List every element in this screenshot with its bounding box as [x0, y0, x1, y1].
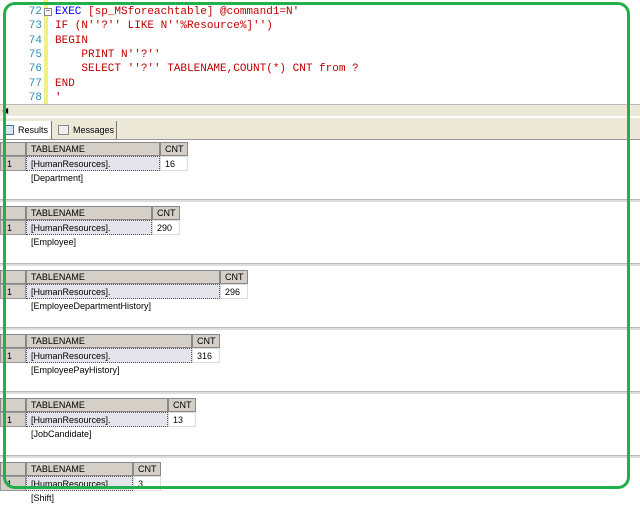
- code-text: SELECT ''?'' TABLENAME,COUNT(*) CNT from…: [55, 63, 359, 76]
- corner-header[interactable]: [0, 334, 26, 348]
- grid-splitter[interactable]: [0, 455, 640, 458]
- column-header-tablename[interactable]: TABLENAME: [26, 142, 160, 156]
- corner-header[interactable]: [0, 206, 26, 220]
- column-header-tablename[interactable]: TABLENAME: [26, 270, 220, 284]
- code-line[interactable]: 75 PRINT N''?'': [0, 48, 640, 62]
- row-number[interactable]: 1: [0, 348, 26, 363]
- code-line[interactable]: 78 ': [0, 91, 640, 105]
- column-header-tablename[interactable]: TABLENAME: [26, 334, 192, 348]
- line-number: 72: [28, 6, 42, 18]
- line-number: 73: [28, 20, 42, 33]
- column-header-cnt[interactable]: CNT: [160, 142, 188, 156]
- collapse-icon[interactable]: −: [44, 8, 52, 16]
- cell-tablename[interactable]: [HumanResources].[Employee]: [26, 220, 152, 247]
- result-grid[interactable]: TABLENAME CNT 1 [HumanResources].[Employ…: [0, 334, 640, 394]
- code-text: END: [55, 77, 75, 90]
- line-number: 78: [28, 91, 42, 104]
- line-number: 77: [28, 77, 42, 90]
- cell-cnt[interactable]: 290: [152, 220, 180, 235]
- cell-cnt[interactable]: 13: [168, 412, 196, 427]
- code-text: PRINT N''?'': [55, 48, 161, 61]
- grid-splitter[interactable]: [0, 391, 640, 394]
- column-header-tablename[interactable]: TABLENAME: [26, 206, 152, 220]
- code-line[interactable]: 73 IF (N''?'' LIKE N''%Resource%]''): [0, 19, 640, 33]
- grid-splitter[interactable]: [0, 327, 640, 330]
- result-grid[interactable]: TABLENAME CNT 1 [HumanResources].[JobCan…: [0, 398, 640, 458]
- cell-cnt[interactable]: 16: [160, 156, 188, 171]
- column-header-cnt[interactable]: CNT: [168, 398, 196, 412]
- cell-tablename[interactable]: [HumanResources].[EmployeePayHistory]: [26, 348, 192, 375]
- code-text: BEGIN: [55, 34, 89, 47]
- messages-icon: [58, 125, 69, 135]
- results-tab-bar: Results Messages: [0, 118, 640, 140]
- column-header-cnt[interactable]: CNT: [133, 462, 161, 476]
- line-number: 76: [28, 63, 42, 76]
- corner-header[interactable]: [0, 462, 26, 476]
- code-text: IF (N''?'' LIKE N''%Resource%]''): [55, 20, 273, 33]
- row-number[interactable]: 1: [0, 156, 26, 171]
- result-grid[interactable]: TABLENAME CNT 1 [HumanResources].[Shift]…: [0, 462, 640, 522]
- corner-header[interactable]: [0, 398, 26, 412]
- cell-cnt[interactable]: 316: [192, 348, 220, 363]
- corner-header[interactable]: [0, 270, 26, 284]
- code-line[interactable]: 74 BEGIN: [0, 34, 640, 48]
- tab-results[interactable]: Results: [0, 121, 52, 139]
- sql-keyword: EXEC: [55, 6, 82, 18]
- scroll-left-icon[interactable]: ◀: [2, 106, 10, 116]
- row-number[interactable]: 1: [0, 476, 26, 491]
- column-header-cnt[interactable]: CNT: [152, 206, 180, 220]
- grid-splitter[interactable]: [0, 263, 640, 266]
- line-number: 74: [28, 34, 42, 47]
- code-line[interactable]: 77 END: [0, 77, 640, 91]
- tab-label: Messages: [73, 125, 115, 135]
- result-grid[interactable]: TABLENAME CNT 1 [HumanResources].[Depart…: [0, 142, 640, 202]
- sql-editor[interactable]: 72 EXEC [sp_MSforeachtable] @command1=N' −…: [0, 0, 640, 104]
- row-number[interactable]: 1: [0, 284, 26, 299]
- column-header-cnt[interactable]: CNT: [220, 270, 248, 284]
- tab-label: Results: [18, 125, 49, 135]
- line-number: 75: [28, 48, 42, 61]
- results-pane: TABLENAME CNT 1 [HumanResources].[Depart…: [0, 140, 640, 507]
- corner-header[interactable]: [0, 142, 26, 156]
- grid-splitter[interactable]: [0, 199, 640, 202]
- result-grid[interactable]: TABLENAME CNT 1 [HumanResources].[Employ…: [0, 206, 640, 266]
- tab-messages[interactable]: Messages: [55, 121, 117, 139]
- cell-cnt[interactable]: 296: [220, 284, 248, 299]
- column-header-tablename[interactable]: TABLENAME: [26, 462, 133, 476]
- column-header-cnt[interactable]: CNT: [192, 334, 220, 348]
- cell-tablename[interactable]: [HumanResources].[Shift]: [26, 476, 133, 503]
- row-number[interactable]: 1: [0, 220, 26, 235]
- cell-cnt[interactable]: 3: [133, 476, 161, 491]
- code-line[interactable]: 72 EXEC [sp_MSforeachtable] @command1=N' −: [0, 5, 640, 19]
- grid-icon: [3, 125, 14, 135]
- code-line[interactable]: 76 SELECT ''?'' TABLENAME,COUNT(*) CNT f…: [0, 62, 640, 76]
- horizontal-scrollbar[interactable]: ◀: [0, 104, 640, 116]
- cell-tablename[interactable]: [HumanResources].[EmployeeDepartmentHist…: [26, 284, 220, 311]
- column-header-tablename[interactable]: TABLENAME: [26, 398, 168, 412]
- code-text: ': [55, 91, 62, 104]
- cell-tablename[interactable]: [HumanResources].[Department]: [26, 156, 160, 183]
- cell-tablename[interactable]: [HumanResources].[JobCandidate]: [26, 412, 168, 439]
- row-number[interactable]: 1: [0, 412, 26, 427]
- code-text: [sp_MSforeachtable] @command1=N': [81, 6, 300, 18]
- result-grid[interactable]: TABLENAME CNT 1 [HumanResources].[Employ…: [0, 270, 640, 330]
